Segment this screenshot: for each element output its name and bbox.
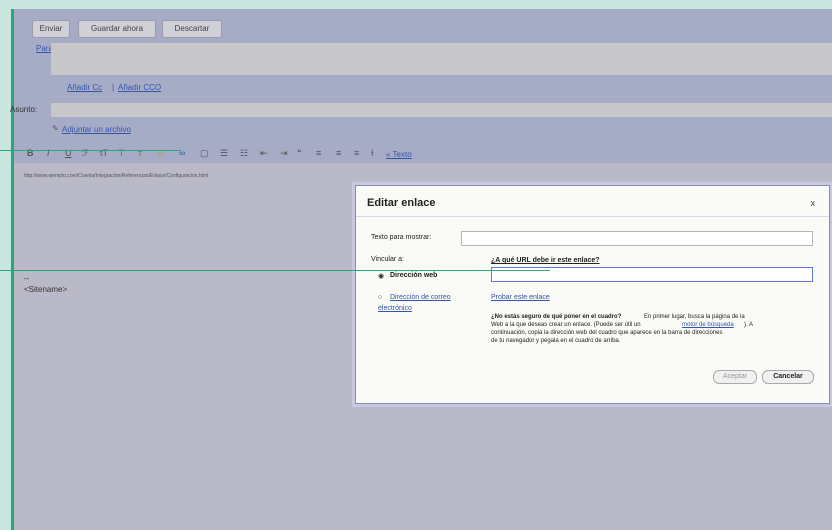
- cc-bcc-row: Añadir Cc | Añadir CCO: [14, 77, 832, 101]
- signature-dashes: --: [24, 274, 30, 283]
- callout-line-link-icon: [0, 150, 181, 151]
- cancel-button[interactable]: Cancelar: [762, 370, 814, 384]
- display-text-label: Texto para mostrar:: [371, 234, 432, 241]
- indent-more-icon[interactable]: ⇥: [280, 148, 288, 159]
- web-address-radio[interactable]: ◉: [378, 272, 384, 280]
- help-line1: En primer lugar, busca la página de la: [644, 314, 745, 320]
- action-toolbar: Enviar Guardar ahora Descartar: [14, 9, 832, 41]
- accept-button[interactable]: Aceptar: [713, 370, 757, 384]
- send-button[interactable]: Enviar: [32, 20, 70, 38]
- subject-row: Asunto:: [10, 101, 832, 119]
- help-heading: ¿No estás seguro de qué poner en el cuad…: [491, 314, 622, 320]
- attach-file-link[interactable]: Adjuntar un archivo: [62, 125, 131, 134]
- remove-format-icon[interactable]: Ɨ: [371, 148, 374, 158]
- save-now-button[interactable]: Guardar ahora: [78, 20, 156, 38]
- align-right-icon[interactable]: ≡: [354, 148, 359, 158]
- help-line4: de tu navegador y pégala en el cuadro de…: [491, 338, 621, 344]
- email-address-radio[interactable]: ○: [378, 294, 382, 301]
- cc-bcc-separator: |: [112, 83, 115, 92]
- help-line2: Web a la que deseas crear un enlace. (Pu…: [491, 322, 641, 328]
- numbered-list-icon[interactable]: ☰: [220, 148, 228, 159]
- close-icon[interactable]: x: [811, 198, 816, 208]
- url-question: ¿A qué URL debe ir este enlace?: [491, 257, 600, 264]
- search-engine-link[interactable]: motor de búsqueda: [682, 322, 734, 328]
- test-link[interactable]: Probar este enlace: [491, 294, 550, 301]
- add-bcc-link[interactable]: Añadir CCO: [118, 83, 161, 92]
- dialog-title: Editar enlace: [367, 197, 436, 209]
- web-address-option[interactable]: Dirección web: [390, 272, 437, 279]
- subject-label: Asunto:: [10, 105, 38, 114]
- dialog-divider: [356, 216, 829, 217]
- to-row: Para:: [14, 41, 832, 77]
- paperclip-icon: ✎: [52, 124, 59, 133]
- link-to-label: Vincular a:: [371, 256, 404, 263]
- bulleted-list-icon[interactable]: ☷: [240, 148, 248, 159]
- callout-line-url-field: [0, 270, 550, 271]
- edit-link-dialog: Editar enlace x Texto para mostrar: Vinc…: [355, 185, 830, 404]
- quote-icon[interactable]: “: [297, 148, 302, 158]
- align-center-icon[interactable]: ≡: [336, 148, 341, 158]
- signature-text: <Sitename>: [24, 285, 68, 294]
- indent-less-icon[interactable]: ⇤: [260, 148, 268, 159]
- align-left-icon[interactable]: ≡: [316, 148, 321, 158]
- attach-row: ✎ Adjuntar un archivo: [14, 119, 832, 141]
- format-toolbar: [14, 141, 832, 163]
- top-margin: [14, 0, 832, 9]
- plain-text-link[interactable]: « Texto: [386, 150, 412, 159]
- display-text-input[interactable]: [461, 231, 813, 246]
- discard-button[interactable]: Descartar: [162, 20, 222, 38]
- help-line2-end: ). A: [744, 322, 754, 328]
- image-icon[interactable]: ▢: [200, 148, 209, 159]
- to-field[interactable]: [51, 43, 832, 75]
- subject-field[interactable]: [51, 103, 832, 117]
- email-address-option-line2[interactable]: electrónico: [378, 305, 412, 312]
- add-cc-link[interactable]: Añadir Cc: [67, 83, 102, 92]
- help-line3: continuación, copia la dirección web del…: [491, 330, 723, 336]
- body-url-text: http://www.ejemplo.com/Cuenta/Integracio…: [24, 173, 209, 179]
- email-address-option[interactable]: Dirección de correo: [390, 294, 451, 301]
